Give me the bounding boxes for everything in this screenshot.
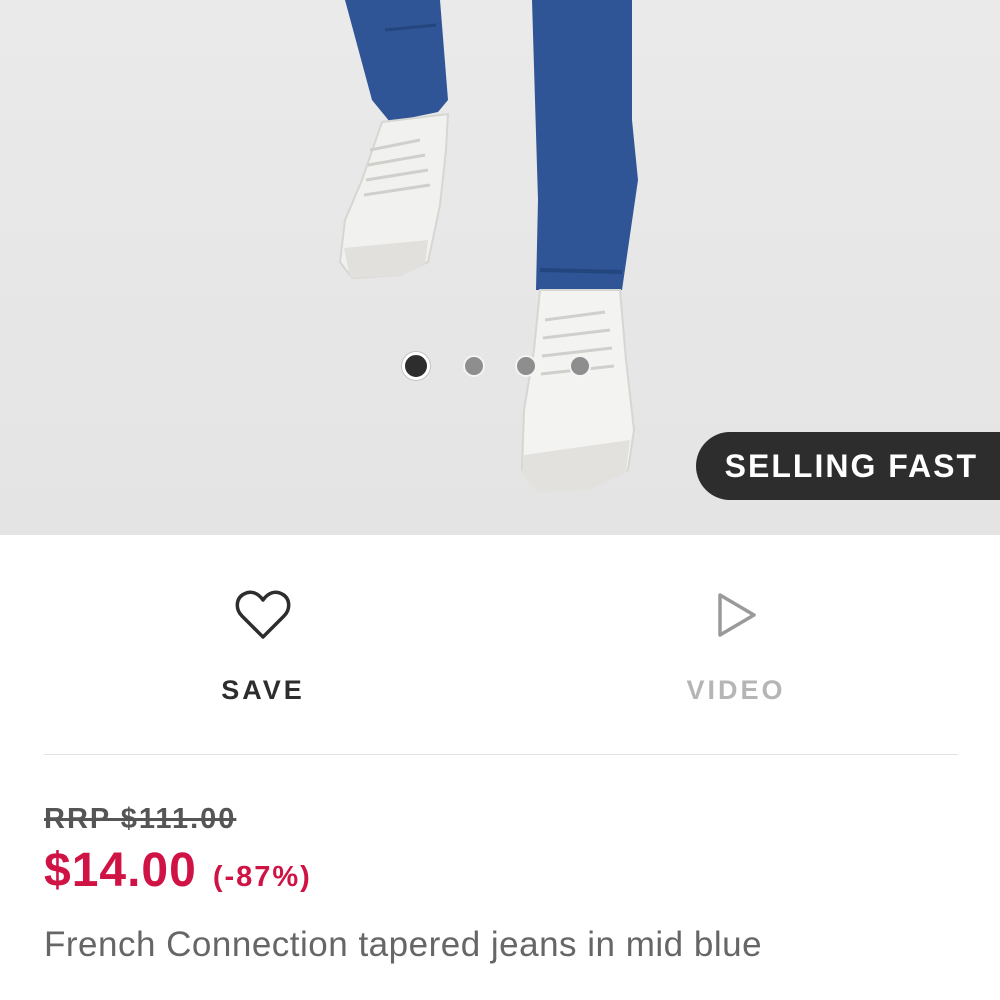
carousel-dot-4[interactable] bbox=[569, 355, 591, 377]
divider bbox=[44, 754, 958, 755]
save-label: SAVE bbox=[221, 675, 305, 705]
current-price: $14.00 bbox=[44, 844, 197, 897]
selling-fast-badge: SELLING FAST bbox=[696, 432, 1000, 500]
video-button[interactable]: VIDEO bbox=[636, 585, 836, 715]
video-label: VIDEO bbox=[686, 675, 786, 705]
rrp-price: RRP $111.00 bbox=[44, 803, 237, 835]
carousel-dot-3[interactable] bbox=[515, 355, 537, 377]
play-icon bbox=[718, 593, 756, 637]
product-title: French Connection tapered jeans in mid b… bbox=[44, 925, 763, 964]
save-button[interactable]: SAVE bbox=[163, 585, 363, 715]
discount-percent: (-87%) bbox=[212, 861, 312, 893]
carousel-dot-1[interactable] bbox=[402, 352, 430, 380]
heart-icon bbox=[235, 590, 291, 639]
price-line: $14.00 (-87%) bbox=[44, 843, 312, 898]
product-image[interactable]: SELLING FAST bbox=[0, 0, 1000, 535]
carousel-dot-2[interactable] bbox=[463, 355, 485, 377]
carousel-indicator bbox=[400, 349, 600, 385]
